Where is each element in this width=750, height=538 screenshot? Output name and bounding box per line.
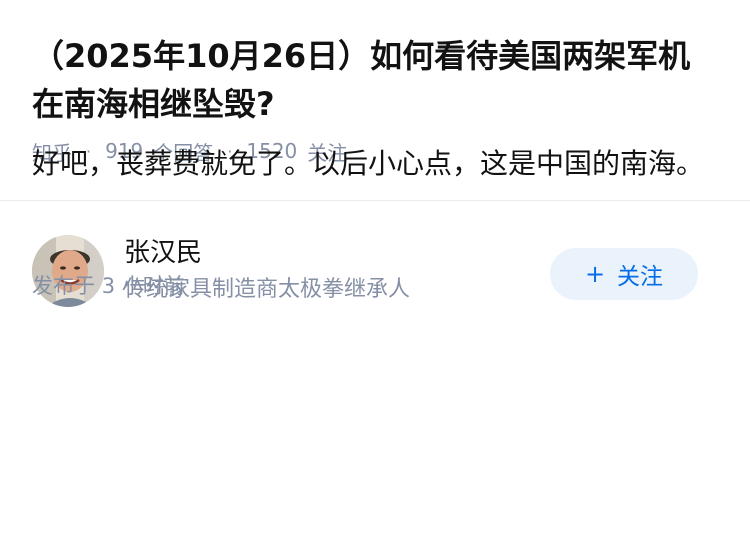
plus-icon: +	[584, 260, 606, 288]
question-title[interactable]: （2025年10月26日）如何看待美国两架军机在南海相继坠毁?	[32, 32, 720, 128]
zhihu-answer-page: （2025年10月26日）如何看待美国两架军机在南海相继坠毁? 知乎 · 919…	[0, 0, 750, 538]
published-label: 发布于	[32, 274, 95, 298]
author-name[interactable]: 张汉民	[124, 235, 410, 271]
answer-timestamp: 发布于 3 小时前	[32, 270, 185, 300]
published-time: 3 小时前	[101, 274, 185, 298]
follow-button[interactable]: + 关注	[550, 248, 698, 300]
follow-button-label: 关注	[617, 264, 664, 290]
answer-content: 好吧，丧葬费就免了。以后小心点，这是中国的南海。	[32, 147, 705, 180]
